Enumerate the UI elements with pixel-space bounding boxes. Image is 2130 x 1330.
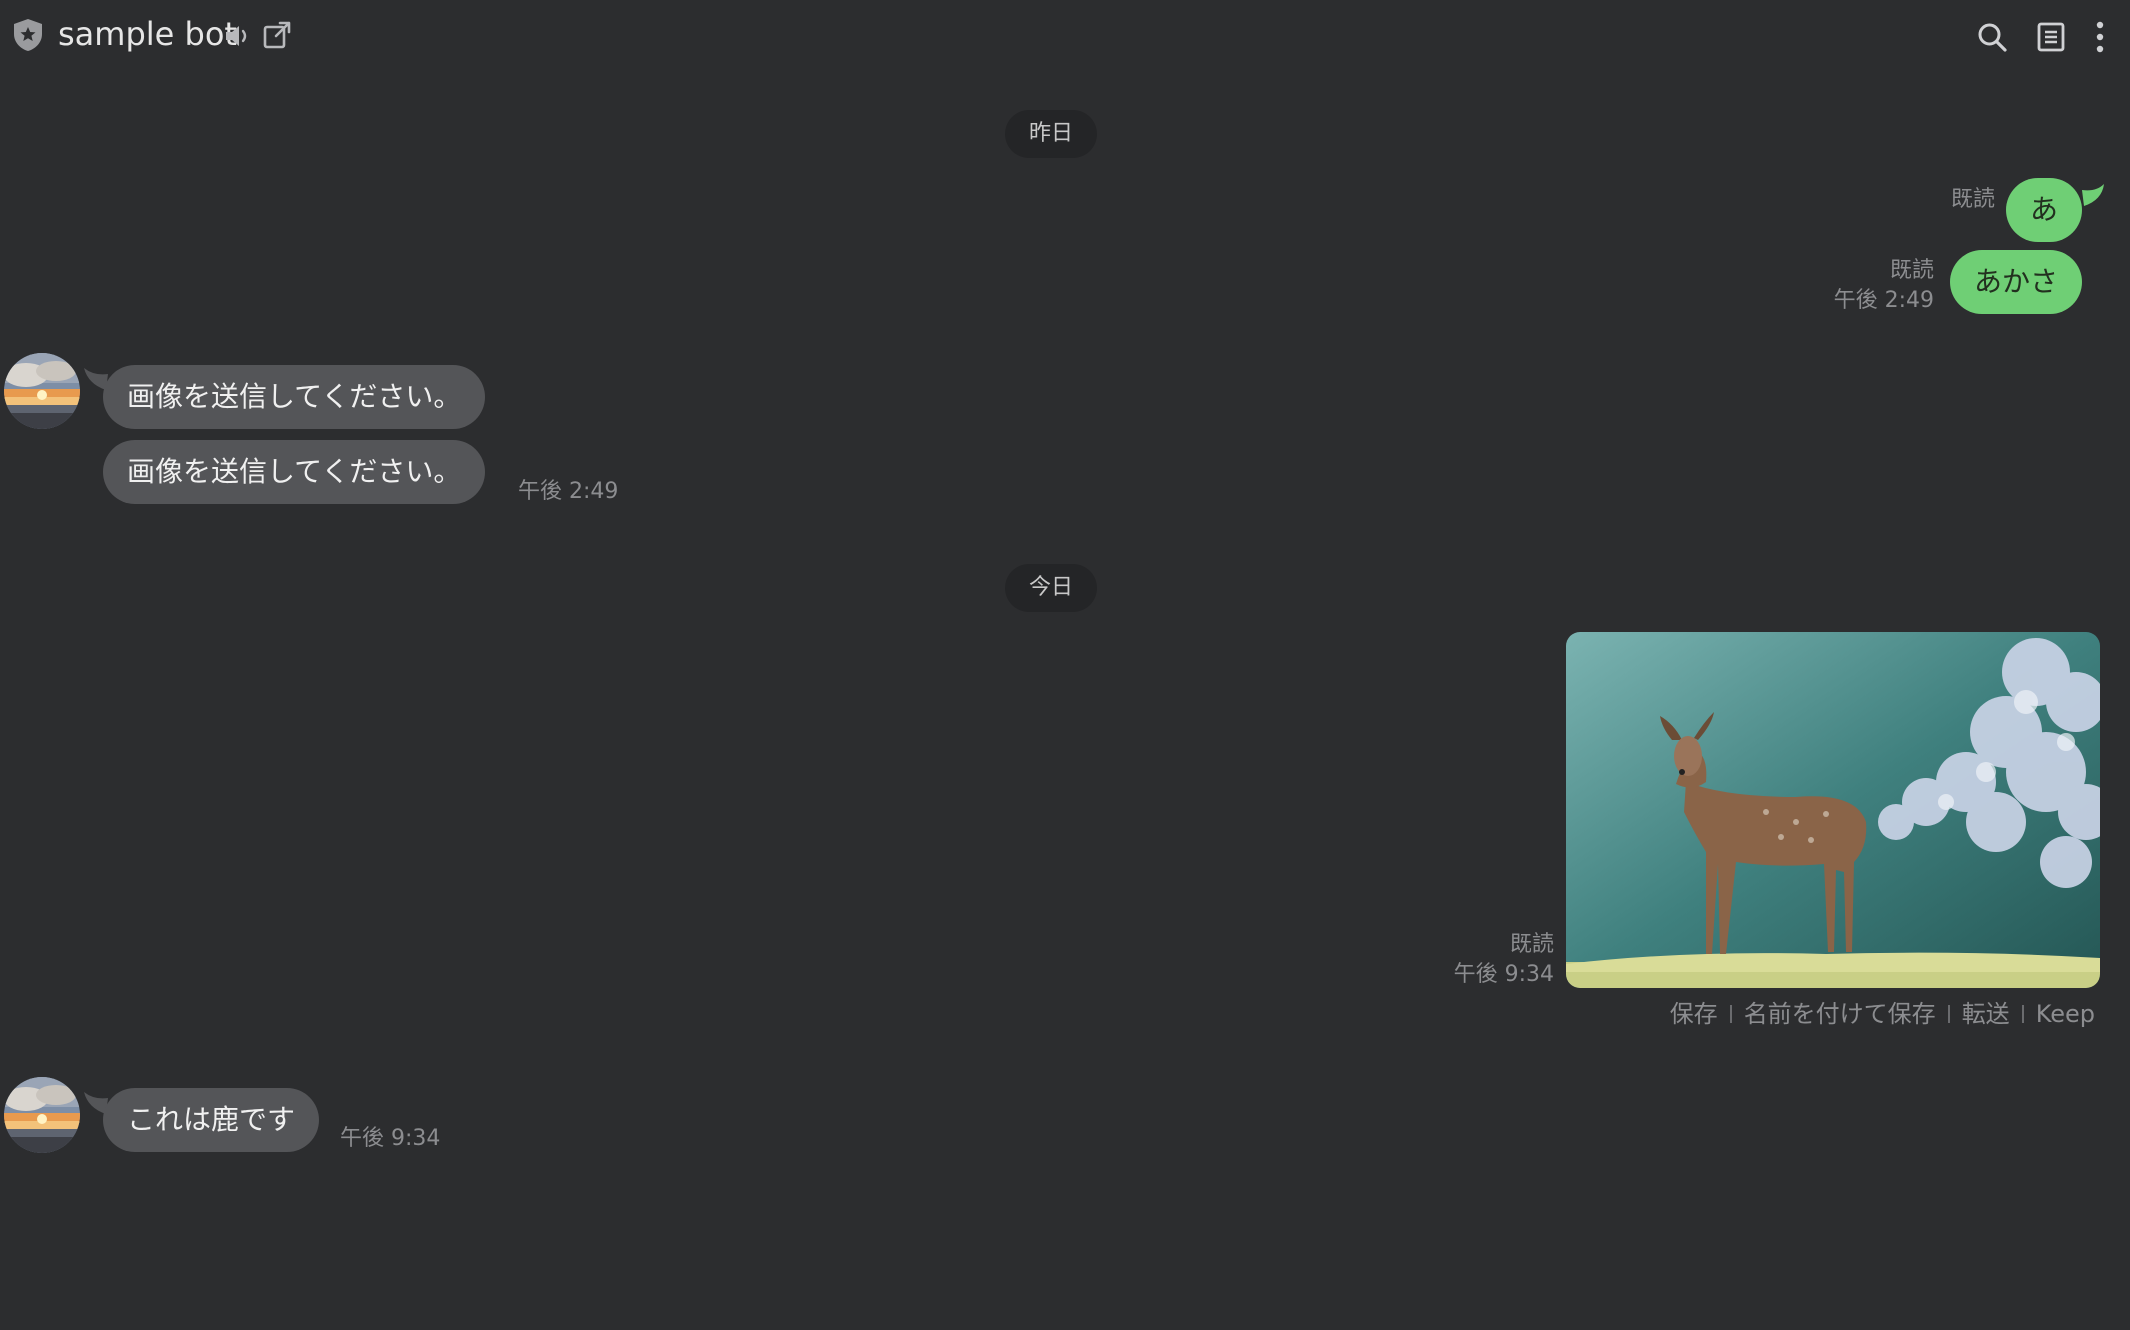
save-as-button[interactable]: 名前を付けて保存 (1744, 998, 1936, 1030)
divider (1729, 1005, 1732, 1023)
read-receipt: 既読 (1509, 932, 1554, 957)
date-separator-yesterday: 昨日 (1005, 110, 1098, 158)
more-vertical-icon[interactable] (2092, 20, 2108, 54)
sent-photo-deer[interactable] (1566, 632, 2100, 988)
divider (1947, 1005, 1950, 1023)
message-timestamp: 午後 9:34 (1453, 962, 1554, 987)
sent-message-bubble[interactable]: あ (2005, 178, 2082, 242)
message-timestamp: 午後 9:34 (340, 1126, 441, 1151)
forward-button[interactable]: 転送 (1962, 998, 2010, 1030)
speaker-icon[interactable] (223, 22, 251, 50)
chat-window: sample bot 昨日 既読 あ 既読 午後 2:49 あかさ 画像を送信し… (0, 0, 2130, 1330)
read-receipt: 既読 (1889, 258, 1934, 283)
chat-header: sample bot (0, 0, 2130, 70)
received-message-bubble[interactable]: 画像を送信してください。 (103, 365, 486, 429)
date-separator-today: 今日 (1005, 564, 1098, 612)
received-message-bubble[interactable]: これは鹿です (103, 1088, 320, 1152)
bubble-tail (2082, 184, 2104, 206)
received-message-bubble[interactable]: 画像を送信してください。 (103, 440, 486, 504)
read-receipt: 既読 (1950, 187, 1995, 212)
chat-title[interactable]: sample bot (58, 14, 237, 54)
keep-button[interactable]: Keep (2036, 998, 2095, 1030)
sent-message-bubble[interactable]: あかさ (1949, 250, 2082, 314)
message-timestamp: 午後 2:49 (518, 479, 619, 504)
photo-actions-bar: 保存 名前を付けて保存 転送 Keep (1670, 998, 2095, 1030)
external-link-icon[interactable] (262, 20, 292, 50)
notes-icon[interactable] (2037, 22, 2065, 52)
save-button[interactable]: 保存 (1670, 998, 1718, 1030)
search-icon[interactable] (1977, 22, 2007, 52)
shield-icon (12, 18, 44, 52)
avatar[interactable] (4, 353, 80, 429)
message-timestamp: 午後 2:49 (1833, 288, 1934, 313)
avatar[interactable] (4, 1077, 80, 1153)
divider (2021, 1005, 2024, 1023)
